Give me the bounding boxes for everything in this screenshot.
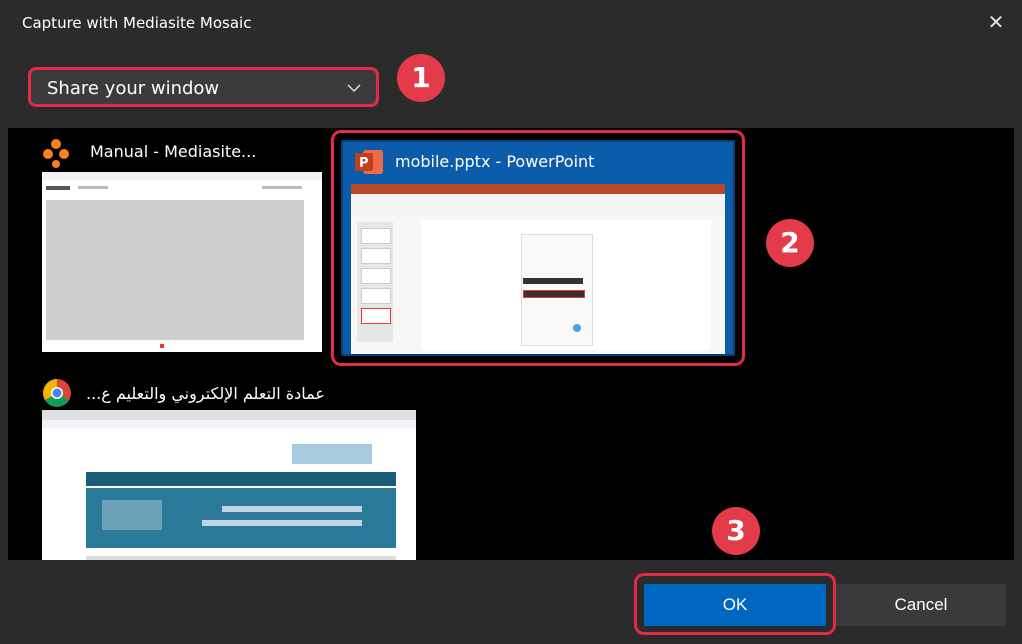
powerpoint-icon: P (355, 150, 383, 174)
cancel-button[interactable]: Cancel (836, 584, 1006, 626)
share-type-select[interactable]: Share your window (28, 67, 379, 107)
window-thumbnail (42, 172, 322, 352)
window-title: mobile.pptx - PowerPoint (395, 152, 595, 171)
window-thumbnail (42, 410, 416, 560)
mediasite-mosaic-icon (43, 139, 69, 168)
svg-text:P: P (359, 156, 369, 171)
window-picker: Manual - Mediasite... P mobile.pptx - Po… (8, 128, 1014, 560)
share-type-selected: Share your window (47, 78, 220, 99)
ok-button[interactable]: OK (644, 584, 826, 626)
close-icon[interactable]: ✕ (984, 10, 1008, 34)
annotation-badge-3: 3 (712, 507, 760, 555)
dialog-title: Capture with Mediasite Mosaic (22, 14, 252, 32)
window-tile-powerpoint-frame: P mobile.pptx - PowerPoint (331, 130, 745, 366)
window-thumbnail (351, 184, 725, 354)
window-tile-manual[interactable]: Manual - Mediasite... (42, 138, 322, 353)
chrome-icon (43, 379, 71, 407)
capture-dialog: Capture with Mediasite Mosaic ✕ Share yo… (0, 0, 1022, 644)
window-title: Manual - Mediasite... (90, 142, 257, 161)
title-bar: Capture with Mediasite Mosaic ✕ (0, 0, 1022, 50)
annotation-badge-1: 1 (397, 54, 445, 102)
window-tile-chrome[interactable]: عمادة التعلم الإلكتروني والتعليم ع... (42, 378, 422, 560)
window-title: عمادة التعلم الإلكتروني والتعليم ع... (86, 384, 325, 403)
window-tile-powerpoint[interactable]: P mobile.pptx - PowerPoint (341, 140, 735, 356)
chevron-down-icon (347, 84, 361, 93)
annotation-badge-2: 2 (766, 219, 814, 267)
